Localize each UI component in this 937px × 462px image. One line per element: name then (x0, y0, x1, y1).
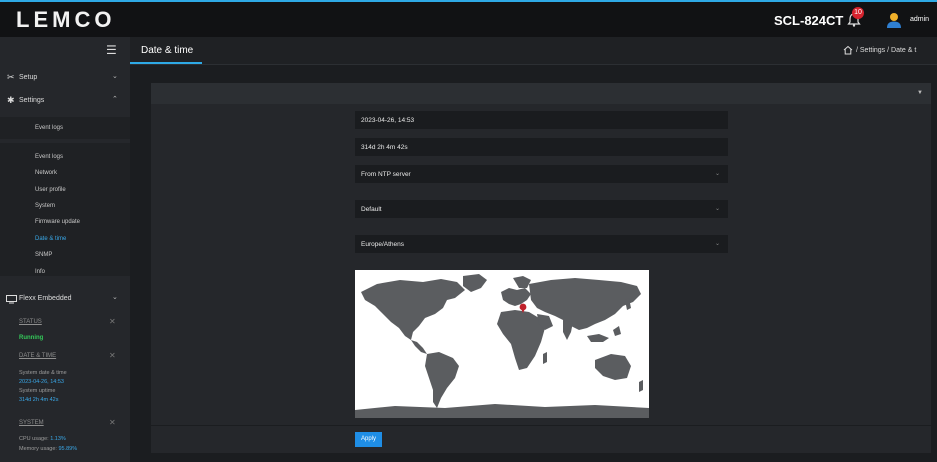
divider (151, 425, 931, 426)
system-date-field: 2023-04-26, 14:53 (355, 111, 728, 129)
chevron-down-icon: ⌄ (714, 241, 720, 247)
sys-date-label: System date & time (19, 370, 67, 376)
uptime-value: 314d 2h 4m 42s (19, 397, 59, 403)
page-title: Date & time (141, 45, 194, 56)
sidebar-group-setup[interactable]: ✂ Setup ⌄ (0, 67, 130, 89)
world-map-image[interactable] (355, 270, 649, 418)
sys-date-value: 2023-04-26, 14:53 (19, 379, 64, 385)
sidebar-item-label: Info (35, 269, 46, 275)
tools-icon: ✂ (7, 72, 15, 82)
sidebar-item-event-logs[interactable]: Event logs (0, 149, 130, 165)
clock-source-select[interactable]: From NTP server ⌄ (355, 165, 728, 183)
chevron-down-icon: ⌄ (112, 73, 118, 80)
sidebar-item-event-logs-pinned[interactable]: Event logs (0, 117, 130, 139)
sidebar-item-label: Date & time (35, 236, 67, 242)
cpu-value: 1.13% (50, 436, 66, 442)
sidebar-item-label: Firmware update (35, 219, 81, 225)
sidebar: ✂ Setup ⌄ ✱ Settings ⌃ Event logs Event … (0, 37, 130, 462)
memory-label: Memory usage: (19, 446, 57, 452)
top-bar: LEMCO SCL-824CT 10 admin (0, 0, 937, 37)
home-icon[interactable] (843, 45, 853, 55)
date-time-panel: ▼ System date & time 2023-04-26, 14:53 S… (151, 83, 931, 453)
timezone-select[interactable]: Europe/Athens ⌄ (355, 235, 728, 253)
close-icon[interactable]: ✕ (109, 351, 116, 360)
sidebar-item-firmware-update[interactable]: Firmware update (0, 214, 130, 230)
chevron-down-icon: ⌄ (714, 171, 720, 177)
sidebar-group-flexx[interactable]: Flexx Embedded ⌄ (0, 288, 130, 310)
close-icon[interactable]: ✕ (109, 317, 116, 326)
sidebar-group-label: Setup (19, 74, 38, 81)
sidebar-item-info[interactable]: Info (0, 264, 130, 280)
sidebar-item-system[interactable]: System (0, 198, 130, 214)
menu-icon[interactable]: ☰ (106, 43, 117, 57)
timezone-value: Europe/Athens (361, 241, 405, 248)
sidebar-item-network[interactable]: Network (0, 165, 130, 181)
chevron-up-icon: ⌃ (112, 96, 118, 103)
memory-value: 95.89% (58, 446, 78, 452)
system-date-value: 2023-04-26, 14:53 (361, 117, 415, 124)
status-section-title[interactable]: STATUS (19, 319, 42, 325)
apply-button[interactable]: Apply (355, 432, 382, 447)
system-uptime-value: 314d 2h 4m 42s (361, 144, 408, 151)
sidebar-item-date-time[interactable]: Date & time (0, 231, 130, 247)
user-avatar-icon[interactable] (885, 11, 903, 29)
sidebar-item-label: Event logs (35, 154, 64, 160)
monitor-icon (6, 295, 17, 304)
ntp-option-select[interactable]: Default ⌄ (355, 200, 728, 218)
sidebar-item-label: System (35, 203, 56, 209)
page-header: Date & time / Settings / Date & t (130, 37, 937, 65)
user-name[interactable]: admin (910, 16, 929, 23)
chevron-down-icon: ⌄ (112, 294, 118, 301)
title-underline (130, 62, 202, 64)
system-uptime-field: 314d 2h 4m 42s (355, 138, 728, 156)
memory-usage: Memory usage: 95.89% (19, 446, 77, 452)
logo: LEMCO (16, 7, 116, 32)
caret-down-icon[interactable]: ▼ (917, 90, 923, 96)
sidebar-group-label: Settings (19, 97, 45, 104)
timezone-world-map[interactable] (355, 270, 649, 418)
sidebar-item-label: Event logs (35, 125, 64, 131)
panel-header[interactable]: ▼ (151, 83, 931, 104)
datetime-section-title[interactable]: DATE & TIME (19, 353, 56, 359)
device-name: SCL-824CT (774, 13, 844, 28)
close-icon[interactable]: ✕ (109, 418, 116, 427)
gear-icon: ✱ (7, 95, 15, 105)
chevron-down-icon: ⌄ (714, 206, 720, 212)
breadcrumb[interactable]: / Settings / Date & t (856, 47, 916, 54)
sidebar-group-label: Flexx Embedded (19, 295, 72, 302)
uptime-label: System uptime (19, 388, 56, 394)
sidebar-group-settings[interactable]: ✱ Settings ⌃ (0, 90, 130, 112)
sidebar-item-label: User profile (35, 187, 66, 193)
sidebar-item-user-profile[interactable]: User profile (0, 182, 130, 198)
cpu-usage: CPU usage: 1.13% (19, 436, 66, 442)
sidebar-item-snmp[interactable]: SNMP (0, 247, 130, 263)
clock-source-value: From NTP server (361, 171, 411, 178)
system-section-title[interactable]: SYSTEM (19, 420, 44, 426)
ntp-option-value: Default (361, 206, 382, 213)
sidebar-item-label: Network (35, 170, 58, 176)
notification-badge: 10 (852, 7, 864, 19)
status-value: Running (19, 335, 44, 341)
cpu-label: CPU usage: (19, 436, 49, 442)
sidebar-item-label: SNMP (35, 252, 53, 258)
